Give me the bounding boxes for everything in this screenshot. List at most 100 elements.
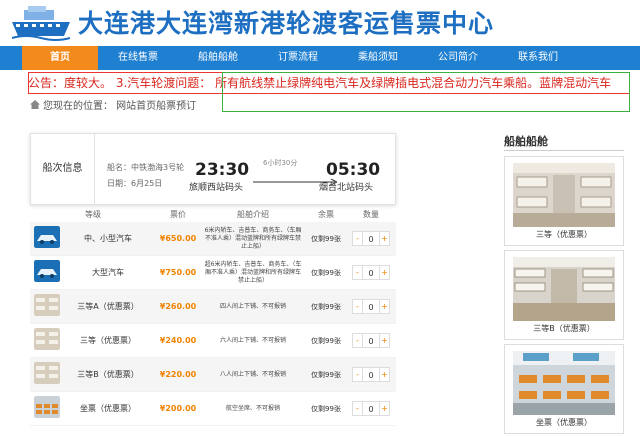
- increase-button[interactable]: +: [379, 401, 390, 416]
- trip-date: 日期：6月25日: [107, 179, 163, 188]
- table-row: 大型汽车 ¥750.00 超6米内轿车、吉普车、商务车、（车厢不准人乘）混动蓝牌和所…: [30, 256, 396, 290]
- cabin-card[interactable]: 三等B（优惠票）: [504, 250, 624, 340]
- ticket-description: 四人间上下铺、不可报销: [219, 302, 286, 310]
- quantity-stepper: -0 +: [346, 265, 396, 280]
- cabins-divider: [504, 150, 624, 151]
- quantity-stepper: -0 +: [346, 367, 396, 382]
- ticket-grade: 三等B（优惠票）: [77, 370, 139, 379]
- seat-thumbnail: [30, 395, 60, 422]
- decrease-button[interactable]: -: [352, 299, 363, 314]
- cabin-card[interactable]: 坐票（优惠票）: [504, 344, 624, 434]
- header-description: 船舶介绍: [237, 210, 269, 219]
- cabin-label: 三等B（优惠票）: [533, 324, 595, 333]
- cabin-thumbnail: [30, 361, 60, 388]
- quantity-input[interactable]: 0: [363, 401, 379, 416]
- departure-port: 旅顺西站码头: [189, 183, 244, 193]
- ship-name: 船名：中铁渤海3号轮: [107, 163, 185, 172]
- decrease-button[interactable]: -: [352, 367, 363, 382]
- departure-time: 23:30: [195, 160, 250, 180]
- cabin-label: 坐票（优惠票）: [536, 418, 592, 427]
- cabin-thumbnail: [30, 327, 60, 354]
- ticket-stock: 仅剩99张: [311, 302, 341, 311]
- cabin-label: 三等（优惠票）: [536, 230, 592, 239]
- nav-ship-cabins[interactable]: 船舶船舱: [178, 46, 258, 70]
- trip-info-card: 船次信息 船名：中铁渤海3号轮 日期：6月25日 23:30 旅顺西站码头 6小…: [30, 133, 396, 205]
- cabins-title: 船舶船舱: [504, 135, 548, 148]
- ticket-stock: 仅剩99张: [311, 370, 341, 379]
- ticket-grade: 坐票（优惠票）: [80, 404, 136, 413]
- ticket-price: ¥240.00: [159, 336, 197, 345]
- quantity-stepper: -0 +: [346, 333, 396, 348]
- trip-info-label: 船次信息: [31, 134, 95, 204]
- trip-meta: 船名：中铁渤海3号轮 日期：6月25日: [107, 160, 184, 192]
- table-row: 三等A（优惠票） ¥260.00 四人间上下铺、不可报销 仅剩99张 -0 +: [30, 290, 396, 324]
- header-quantity: 数量: [363, 210, 379, 219]
- decrease-button[interactable]: -: [352, 265, 363, 280]
- cabin-card[interactable]: 三等（优惠票）: [504, 156, 624, 246]
- quantity-input[interactable]: 0: [363, 265, 379, 280]
- ship-logo-icon[interactable]: [8, 2, 74, 42]
- notice-highlight-box: [222, 72, 630, 112]
- nav-booking-process[interactable]: 订票流程: [258, 46, 338, 70]
- table-row: 坐票（优惠票） ¥200.00 航空坐席、不可报销 仅剩99张 -0 +: [30, 392, 396, 426]
- increase-button[interactable]: +: [379, 231, 390, 246]
- quantity-input[interactable]: 0: [363, 367, 379, 382]
- header-stock: 余票: [318, 210, 334, 219]
- increase-button[interactable]: +: [379, 367, 390, 382]
- breadcrumb-text: 您现在的位置： 网站首页船票预订: [43, 101, 197, 112]
- seat-area-photo: [513, 351, 615, 415]
- ticket-description: 6米内轿车、吉普车、商务车、（车厢不准人乘）混动蓝牌和所有绿牌车禁止上船）: [204, 226, 302, 250]
- increase-button[interactable]: +: [379, 333, 390, 348]
- site-title: 大连港大连湾新港轮渡客运售票中心: [78, 9, 495, 38]
- quantity-input[interactable]: 0: [363, 299, 379, 314]
- car-thumbnail: [30, 259, 60, 286]
- quantity-input[interactable]: 0: [363, 231, 379, 246]
- ticket-stock: 仅剩99张: [311, 234, 341, 243]
- ticket-price: ¥750.00: [159, 268, 197, 277]
- ticket-table: 等级 票价 船舶介绍 余票 数量 中、小型汽车 ¥650.00 6米内轿车、吉普车、…: [30, 208, 396, 426]
- ticket-grade: 三等A（优惠票）: [77, 302, 139, 311]
- ticket-price: ¥200.00: [159, 404, 197, 413]
- cabin-bunk-photo: [513, 257, 615, 321]
- decrease-button[interactable]: -: [352, 401, 363, 416]
- header-grade: 等级: [85, 210, 101, 219]
- table-row: 三等（优惠票） ¥240.00 六人间上下铺、不可报销 仅剩99张 -0 +: [30, 324, 396, 358]
- ticket-description: 超6米内轿车、吉普车、商务车、（车厢不准人乘）混动蓝牌和所有绿牌车禁止上船）: [204, 260, 302, 284]
- ticket-grade: 中、小型汽车: [84, 234, 132, 243]
- quantity-stepper: -0 +: [346, 231, 396, 246]
- breadcrumb: 您现在的位置： 网站首页船票预订: [30, 97, 196, 112]
- car-thumbnail: [30, 225, 60, 252]
- arrival-port: 烟台北站码头: [319, 183, 374, 193]
- nav-company-intro[interactable]: 公司简介: [418, 46, 498, 70]
- ticket-description: 六人间上下铺、不可报销: [219, 336, 286, 344]
- nav-contact-us[interactable]: 联系我们: [498, 46, 578, 70]
- notice-label: 公告：: [28, 76, 65, 90]
- nav-online-tickets[interactable]: 在线售票: [98, 46, 178, 70]
- table-row: 中、小型汽车 ¥650.00 6米内轿车、吉普车、商务车、（车厢不准人乘）混动蓝牌和…: [30, 222, 396, 256]
- ticket-stock: 仅剩99张: [311, 336, 341, 345]
- ticket-price: ¥260.00: [159, 302, 197, 311]
- ticket-grade: 大型汽车: [92, 268, 124, 277]
- nav-boarding-notice[interactable]: 乘船须知: [338, 46, 418, 70]
- decrease-button[interactable]: -: [352, 333, 363, 348]
- quantity-stepper: -0 +: [346, 401, 396, 416]
- decrease-button[interactable]: -: [352, 231, 363, 246]
- main-nav: 首页 在线售票 船舶船舱 订票流程 乘船须知 公司简介 联系我们: [0, 46, 640, 70]
- nav-home[interactable]: 首页: [22, 46, 98, 70]
- ticket-description: 八人间上下铺、不可报销: [219, 370, 286, 378]
- ticket-grade: 三等（优惠票）: [80, 336, 136, 345]
- site-header: 大连港大连湾新港轮渡客运售票中心: [0, 0, 640, 46]
- quantity-stepper: -0 +: [346, 299, 396, 314]
- table-header: 等级 票价 船舶介绍 余票 数量: [30, 208, 396, 222]
- table-body: 中、小型汽车 ¥650.00 6米内轿车、吉普车、商务车、（车厢不准人乘）混动蓝牌和…: [30, 222, 396, 426]
- home-icon: [30, 100, 40, 109]
- quantity-input[interactable]: 0: [363, 333, 379, 348]
- ticket-stock: 仅剩99张: [311, 268, 341, 277]
- increase-button[interactable]: +: [379, 265, 390, 280]
- table-row: 三等B（优惠票） ¥220.00 八人间上下铺、不可报销 仅剩99张 -0 +: [30, 358, 396, 392]
- cabin-bunk-photo: [513, 163, 615, 227]
- increase-button[interactable]: +: [379, 299, 390, 314]
- ticket-description: 航空坐席、不可报销: [225, 404, 280, 412]
- ticket-price: ¥220.00: [159, 370, 197, 379]
- trip-duration: 6小时30分: [263, 159, 298, 167]
